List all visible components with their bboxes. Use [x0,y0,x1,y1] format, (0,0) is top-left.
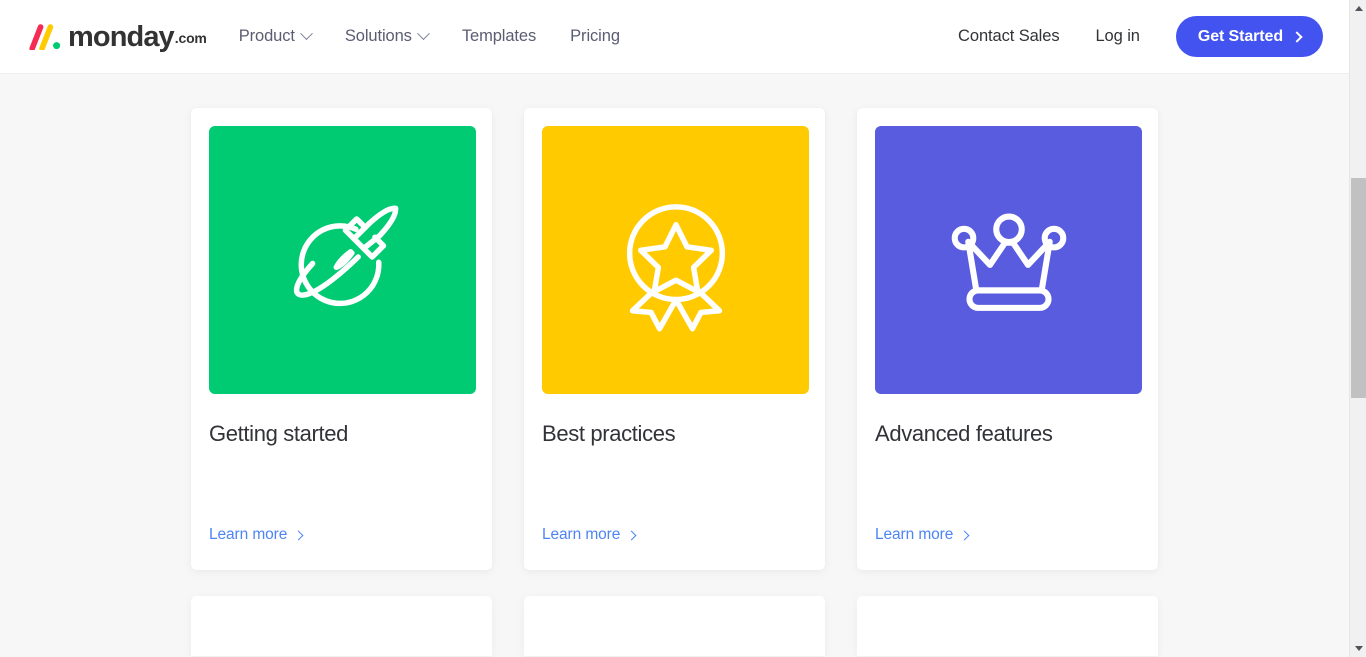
learn-more-link-advanced-features[interactable]: Learn more [875,526,970,544]
site-header: monday .com Product Solutions Templates P… [0,0,1349,74]
nav-item-product[interactable]: Product [238,27,313,46]
chevron-right-icon [1291,30,1303,43]
chevron-right-icon [293,530,304,540]
chevron-down-icon [299,27,313,41]
browser-viewport: monday .com Product Solutions Templates P… [0,0,1366,657]
monday-logo[interactable]: monday .com [28,21,207,53]
card-spacer [209,448,474,527]
card-tile-best-practices [542,126,809,394]
card-placeholder [857,596,1158,656]
learn-more-link-best-practices[interactable]: Learn more [542,526,637,544]
crown-icon [951,213,1066,311]
chevron-down-icon [416,27,430,41]
card-getting-started[interactable]: Getting started Learn more [191,108,492,570]
monday-logo-mark [29,23,61,50]
chevron-right-icon [626,530,637,540]
get-started-button[interactable]: Get Started [1175,16,1323,57]
card-best-practices[interactable]: Best practices Learn more [524,108,825,570]
caret-up-icon [1354,6,1363,11]
brand-wordmark: monday [68,21,175,53]
nav-item-pricing-label: Pricing [570,27,620,45]
card-title-best-practices: Best practices [542,421,676,446]
vertical-scrollbar[interactable] [1349,0,1366,657]
scrollbar-down-button[interactable] [1350,640,1366,657]
learn-more-label: Learn more [875,526,954,543]
card-title-getting-started: Getting started [209,421,349,446]
card-tile-getting-started [209,126,476,394]
rocket-planet-icon [293,205,398,307]
nav-item-solutions[interactable]: Solutions [344,27,430,46]
secondary-nav: Contact Sales Log in Get Started [958,16,1323,57]
main-content: Getting started Learn more Best practice… [0,74,1349,570]
nav-item-templates-label: Templates [461,27,537,45]
card-title-advanced-features: Advanced features [875,421,1053,446]
brand-tld: .com [174,29,207,46]
contact-sales-link[interactable]: Contact Sales [958,27,1060,46]
resource-card-grid: Getting started Learn more Best practice… [191,108,1158,570]
card-placeholder [191,596,492,656]
chevron-right-icon [959,530,970,540]
scrollbar-thumb[interactable] [1351,178,1366,398]
learn-more-link-getting-started[interactable]: Learn more [209,526,304,544]
card-tile-advanced-features [875,126,1142,394]
caret-down-icon [1354,646,1363,651]
nav-item-solutions-label: Solutions [344,27,412,45]
scrollbar-up-button[interactable] [1350,0,1366,17]
card-spacer [542,448,807,527]
award-ribbon-icon [626,204,725,332]
learn-more-label: Learn more [209,526,288,543]
next-card-row-preview [0,596,1349,656]
primary-nav: Product Solutions Templates Pricing [239,27,620,46]
log-in-link[interactable]: Log in [1095,27,1139,46]
nav-item-templates[interactable]: Templates [462,27,536,46]
card-spacer [875,448,1140,527]
card-placeholder [524,596,825,656]
get-started-label: Get Started [1197,27,1283,45]
page-content: monday .com Product Solutions Templates P… [0,0,1349,657]
card-advanced-features[interactable]: Advanced features Learn more [857,108,1158,570]
nav-item-pricing[interactable]: Pricing [570,27,620,46]
learn-more-label: Learn more [542,526,621,543]
nav-item-product-label: Product [238,27,295,45]
